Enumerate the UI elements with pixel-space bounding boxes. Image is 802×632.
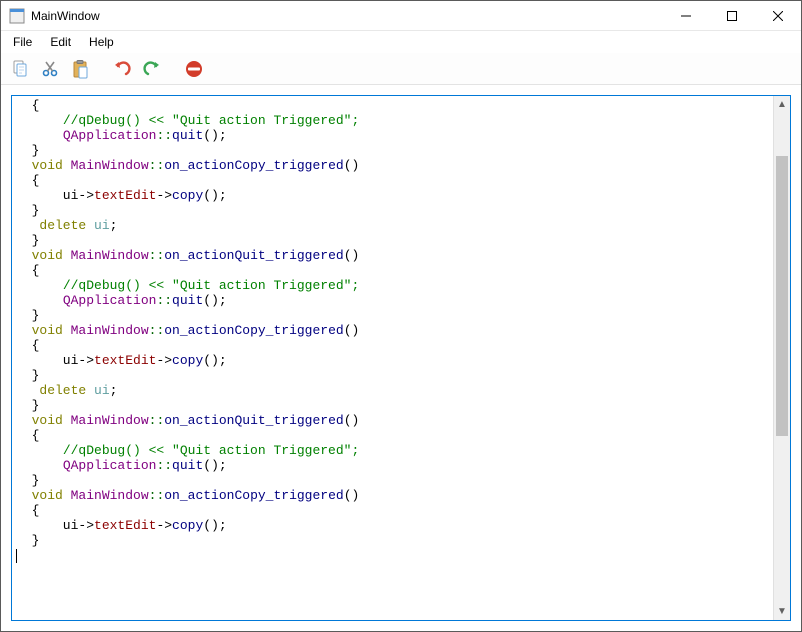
editor-container: { //qDebug() << "Quit action Triggered";… (1, 85, 801, 631)
code-line: void MainWindow::on_actionCopy_triggered… (16, 323, 769, 338)
code-line: { (16, 503, 769, 518)
text-cursor (16, 549, 17, 563)
code-line: delete ui; (16, 383, 769, 398)
title-bar: MainWindow (1, 1, 801, 31)
cut-button[interactable] (37, 56, 63, 82)
code-line: { (16, 428, 769, 443)
code-line: delete ui; (16, 218, 769, 233)
vertical-scrollbar[interactable]: ▲ ▼ (773, 96, 790, 620)
code-line: ui->textEdit->copy(); (16, 353, 769, 368)
code-line: QApplication::quit(); (16, 128, 769, 143)
menu-bar: File Edit Help (1, 31, 801, 53)
no-entry-icon (184, 59, 204, 79)
code-line: ui->textEdit->copy(); (16, 518, 769, 533)
stop-button[interactable] (181, 56, 207, 82)
code-line: //qDebug() << "Quit action Triggered"; (16, 278, 769, 293)
code-line: { (16, 98, 769, 113)
menu-help[interactable]: Help (81, 33, 122, 51)
paste-button[interactable] (67, 56, 93, 82)
maximize-button[interactable] (709, 1, 755, 31)
copy-icon (10, 59, 30, 79)
code-line: { (16, 338, 769, 353)
menu-file[interactable]: File (5, 33, 40, 51)
code-line: //qDebug() << "Quit action Triggered"; (16, 443, 769, 458)
code-editor[interactable]: { //qDebug() << "Quit action Triggered";… (12, 96, 773, 620)
menu-edit[interactable]: Edit (42, 33, 79, 51)
code-line: } (16, 143, 769, 158)
code-line: QApplication::quit(); (16, 293, 769, 308)
window-title: MainWindow (31, 9, 663, 23)
scissors-icon (40, 59, 60, 79)
code-line: } (16, 398, 769, 413)
minimize-button[interactable] (663, 1, 709, 31)
toolbar (1, 53, 801, 85)
code-line: void MainWindow::on_actionCopy_triggered… (16, 158, 769, 173)
undo-icon (112, 59, 132, 79)
code-line: void MainWindow::on_actionQuit_triggered… (16, 248, 769, 263)
code-line: } (16, 533, 769, 548)
code-line: } (16, 233, 769, 248)
scroll-down-arrow[interactable]: ▼ (774, 603, 790, 620)
code-line: } (16, 308, 769, 323)
copy-button[interactable] (7, 56, 33, 82)
undo-button[interactable] (109, 56, 135, 82)
scroll-thumb[interactable] (776, 156, 788, 436)
code-line: QApplication::quit(); (16, 458, 769, 473)
app-icon (9, 8, 25, 24)
code-line: ui->textEdit->copy(); (16, 188, 769, 203)
code-line: } (16, 473, 769, 488)
code-line (16, 548, 769, 563)
clipboard-icon (70, 59, 90, 79)
code-line: } (16, 368, 769, 383)
redo-button[interactable] (139, 56, 165, 82)
scroll-up-arrow[interactable]: ▲ (774, 96, 790, 113)
editor-frame: { //qDebug() << "Quit action Triggered";… (11, 95, 791, 621)
code-line: } (16, 203, 769, 218)
code-line: { (16, 173, 769, 188)
close-button[interactable] (755, 1, 801, 31)
main-window: MainWindow File Edit Help (0, 0, 802, 632)
code-line: //qDebug() << "Quit action Triggered"; (16, 113, 769, 128)
code-line: void MainWindow::on_actionCopy_triggered… (16, 488, 769, 503)
redo-icon (142, 59, 162, 79)
code-line: void MainWindow::on_actionQuit_triggered… (16, 413, 769, 428)
code-line: { (16, 263, 769, 278)
